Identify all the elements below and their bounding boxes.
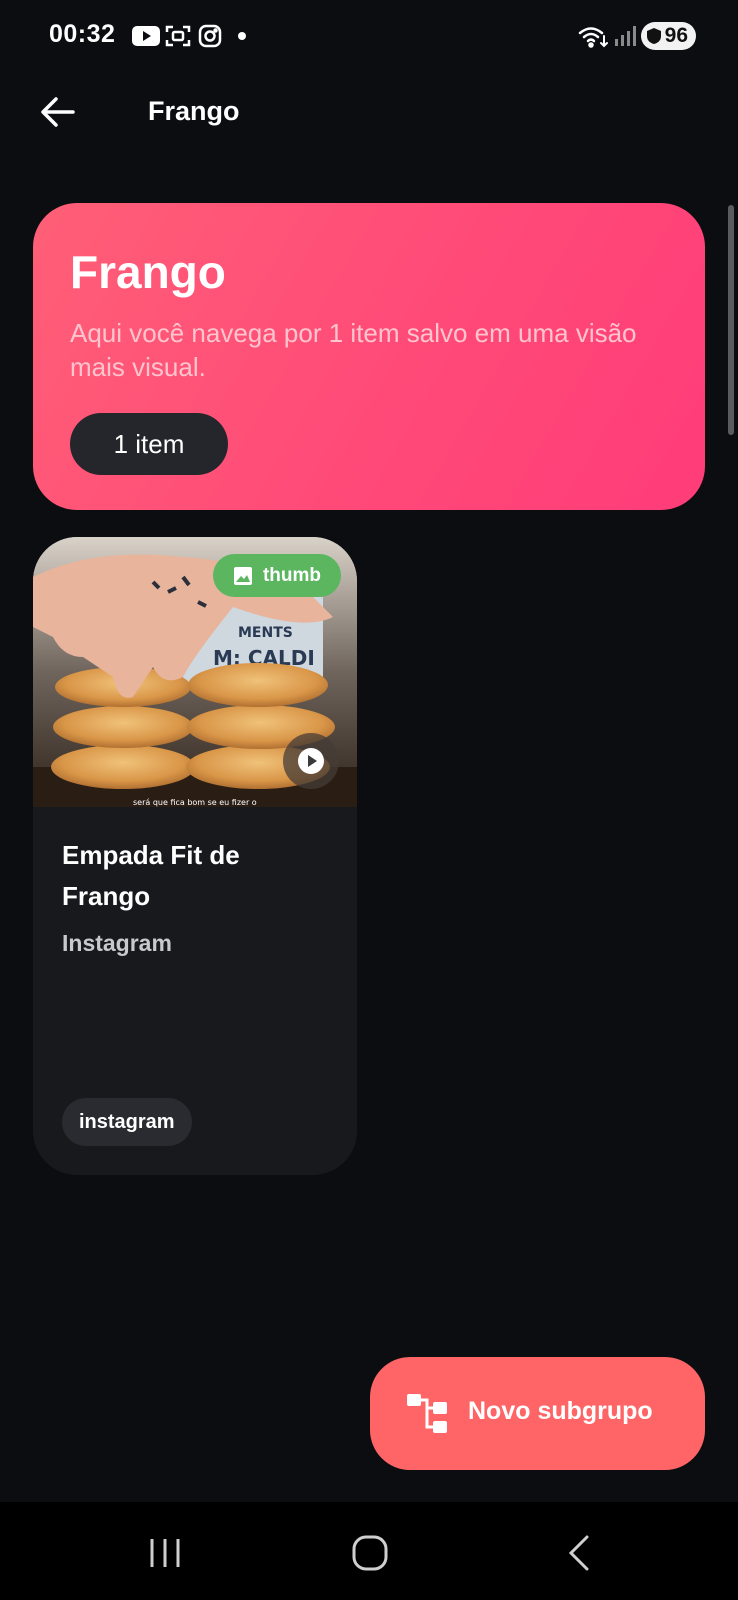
nav-back-icon [568, 1535, 589, 1571]
signal-icon [614, 24, 636, 48]
instagram-icon [198, 24, 222, 48]
item-thumbnail[interactable]: MENTS M: CALDI será que fica bom se eu f… [33, 537, 357, 807]
youtube-icon [132, 24, 160, 48]
new-subgroup-button[interactable]: Novo subgrupo [370, 1357, 705, 1470]
page-title: Frango [148, 96, 240, 126]
thumb-caption: será que fica bom se eu fizer o [133, 798, 257, 807]
item-count-chip: 1 item [70, 413, 228, 475]
hero-banner: Frango Aqui você navega por 1 item salvo… [33, 203, 705, 510]
item-card[interactable]: MENTS M: CALDI será que fica bom se eu f… [33, 537, 357, 1175]
thumb-badge-label: thumb [262, 564, 322, 586]
thumb-badge: thumb [213, 554, 341, 597]
nav-back-button[interactable] [548, 1530, 608, 1576]
wifi-icon [578, 24, 608, 48]
back-button[interactable] [28, 88, 88, 136]
thumb-shirt-text2: MENTS [238, 625, 293, 641]
battery-indicator: 96 [641, 22, 696, 50]
scrollbar[interactable] [728, 205, 734, 435]
image-icon [233, 566, 252, 585]
play-button[interactable] [283, 733, 339, 789]
subgroup-tree-icon [407, 1394, 447, 1433]
screen-capture-icon [165, 24, 191, 48]
home-button[interactable] [340, 1530, 400, 1576]
battery-level: 96 [664, 24, 688, 47]
status-time: 00:32 [49, 20, 116, 48]
play-icon [298, 748, 324, 774]
notification-dot-icon [236, 24, 248, 48]
item-source: Instagram [62, 930, 172, 956]
recents-icon [150, 1539, 180, 1567]
item-title: Empada Fit de Frango [62, 840, 240, 911]
home-icon [352, 1535, 388, 1571]
recents-button[interactable] [135, 1530, 195, 1576]
item-tag[interactable]: instagram [62, 1098, 192, 1146]
new-subgroup-label: Novo subgrupo [468, 1397, 653, 1425]
arrow-back-icon [41, 97, 75, 127]
hero-title: Frango [70, 246, 226, 298]
hero-subtitle: Aqui você navega por 1 item salvo em uma… [70, 318, 637, 382]
system-nav-bar [0, 1502, 738, 1600]
shield-icon [647, 28, 661, 44]
